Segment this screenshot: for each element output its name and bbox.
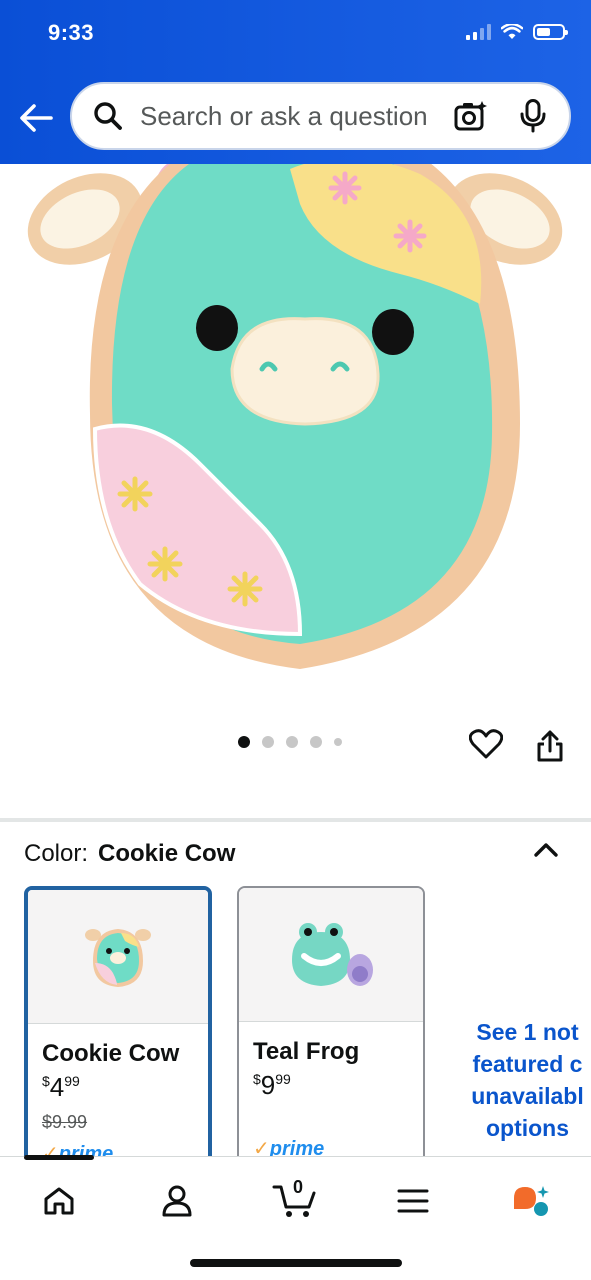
variant-thumbnail (28, 890, 208, 1024)
variant-list-price: $9.99 (42, 1112, 88, 1132)
color-label: Color: (24, 840, 89, 867)
search-icon (88, 96, 128, 136)
search-input[interactable] (140, 100, 451, 132)
home-indicator (190, 1259, 402, 1267)
carousel-dots[interactable] (238, 736, 342, 748)
share-icon (537, 730, 563, 762)
nav-rufus[interactable] (501, 1171, 561, 1231)
status-time: 9:33 (48, 20, 95, 45)
color-selection-label: Color: Cookie Cow (24, 840, 235, 868)
see-more-line: options (485, 1115, 570, 1141)
variant-name: Teal Frog (253, 1038, 360, 1065)
variant-card-teal-frog[interactable]: Teal Frog $999 ✓prime (237, 886, 425, 1176)
see-more-line: unavailabl (471, 1083, 584, 1109)
collapse-button[interactable] (526, 830, 566, 870)
variant-name: Cookie Cow (42, 1040, 180, 1067)
share-button[interactable] (530, 724, 570, 768)
see-unavailable-options-link[interactable]: See 1 not featured c unavailabl options (464, 1016, 591, 1144)
variant-card-cookie-cow[interactable]: Cookie Cow $499 $9.99 ✓prime (24, 886, 212, 1176)
product-image[interactable] (0, 164, 591, 704)
selected-color: Cookie Cow (98, 840, 236, 867)
see-more-line: featured c (472, 1051, 583, 1077)
nav-cart[interactable]: 0 (265, 1171, 325, 1231)
variant-thumbnail (239, 888, 423, 1022)
section-divider (0, 818, 591, 822)
menu-icon (397, 1189, 429, 1213)
camera-search-icon[interactable] (451, 96, 491, 136)
heart-icon (469, 729, 503, 759)
top-header: 9:33 (0, 0, 591, 164)
cookie-cow-thumbnail (85, 928, 151, 987)
cart-count: 0 (293, 1177, 304, 1197)
image-carousel-controls (0, 720, 591, 770)
carousel-dot[interactable] (334, 738, 342, 746)
chevron-up-icon (534, 843, 558, 857)
active-tab-indicator (24, 1155, 94, 1160)
teal-frog-thumbnail (292, 922, 373, 986)
variant-price: $999 (253, 1070, 291, 1100)
carousel-dot[interactable] (310, 736, 322, 748)
nav-home[interactable] (29, 1171, 89, 1231)
signal-icon (466, 24, 491, 40)
plush-illustration (27, 164, 563, 669)
back-arrow-icon (20, 104, 53, 132)
rufus-icon (514, 1186, 549, 1216)
bottom-navigation: 0 (0, 1155, 591, 1280)
status-icons (466, 24, 568, 40)
wishlist-button[interactable] (466, 724, 506, 764)
carousel-dot[interactable] (262, 736, 274, 748)
carousel-dot[interactable] (286, 736, 298, 748)
see-more-line: See 1 not (476, 1019, 579, 1045)
microphone-icon[interactable] (513, 96, 553, 136)
account-icon (162, 1185, 192, 1217)
search-bar[interactable] (70, 82, 571, 150)
battery-icon (533, 24, 568, 40)
home-icon (44, 1187, 74, 1215)
variant-price: $499 (42, 1072, 80, 1102)
carousel-dot[interactable] (238, 736, 250, 748)
nav-account[interactable] (147, 1171, 207, 1231)
wifi-icon (501, 24, 523, 39)
nav-menu[interactable] (383, 1171, 443, 1231)
back-button[interactable] (16, 98, 56, 138)
